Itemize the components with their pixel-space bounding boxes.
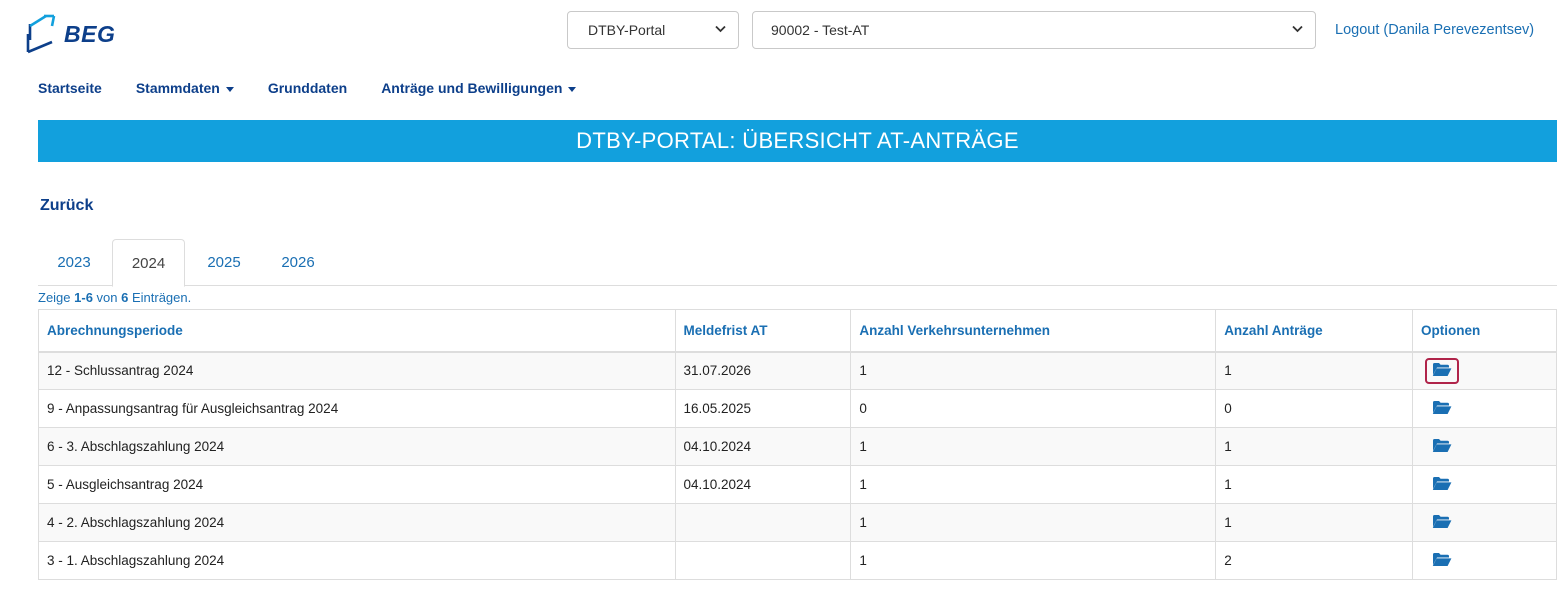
folder-open-icon bbox=[1432, 552, 1452, 570]
column-header-companies[interactable]: Anzahl Verkehrsunternehmen bbox=[850, 309, 1217, 353]
cell-companies: 0 bbox=[850, 389, 1217, 428]
cell-period: 12 - Schlussantrag 2024 bbox=[38, 351, 676, 390]
organisation-select[interactable]: 90002 - Test-AT bbox=[752, 11, 1316, 49]
nav-item-startseite[interactable]: Startseite bbox=[38, 80, 102, 96]
portal-select-value: DTBY-Portal bbox=[588, 22, 666, 38]
cell-options bbox=[1412, 541, 1557, 580]
folder-open-icon bbox=[1432, 400, 1452, 418]
nav-item-label: Stammdaten bbox=[135, 80, 220, 96]
open-folder-button[interactable] bbox=[1425, 548, 1459, 574]
cell-options bbox=[1412, 389, 1557, 428]
cell-period: 9 - Anpassungsantrag für Ausgleichsantra… bbox=[38, 389, 676, 428]
cell-options bbox=[1412, 465, 1557, 504]
cell-companies: 1 bbox=[850, 503, 1217, 542]
column-header-deadline[interactable]: Meldefrist AT bbox=[674, 309, 852, 353]
cell-deadline bbox=[674, 503, 852, 542]
open-folder-button[interactable] bbox=[1425, 510, 1459, 536]
chevron-down-icon bbox=[1292, 24, 1303, 36]
page-title: DTBY-PORTAL: ÜBERSICHT AT-ANTRÄGE bbox=[576, 128, 1019, 153]
cell-applications: 0 bbox=[1215, 389, 1414, 428]
cell-applications: 1 bbox=[1215, 503, 1414, 542]
column-header-period[interactable]: Abrechnungsperiode bbox=[38, 309, 676, 353]
cell-period: 6 - 3. Abschlagszahlung 2024 bbox=[38, 427, 676, 466]
applications-table: Abrechnungsperiode Meldefrist AT Anzahl … bbox=[38, 309, 1557, 580]
back-link[interactable]: Zurück bbox=[40, 197, 93, 215]
open-folder-button[interactable] bbox=[1425, 434, 1459, 460]
nav-item-antraege[interactable]: Anträge und Bewilligungen bbox=[381, 80, 577, 96]
results-summary: Zeige 1-6 von 6 Einträgen. bbox=[38, 290, 191, 305]
cell-options bbox=[1412, 351, 1557, 390]
nav-item-label: Anträge und Bewilligungen bbox=[381, 80, 563, 96]
beg-logo-icon bbox=[26, 14, 56, 54]
cell-deadline: 04.10.2024 bbox=[674, 427, 852, 466]
cell-deadline: 04.10.2024 bbox=[674, 465, 852, 504]
nav-item-label: Grunddaten bbox=[267, 80, 348, 96]
open-folder-button[interactable] bbox=[1425, 357, 1460, 384]
summary-prefix: Zeige bbox=[38, 290, 75, 305]
cell-deadline: 31.07.2026 bbox=[674, 351, 852, 390]
cell-applications: 2 bbox=[1215, 541, 1414, 580]
cell-period: 3 - 1. Abschlagszahlung 2024 bbox=[38, 541, 676, 580]
cell-options bbox=[1412, 503, 1557, 542]
summary-range: 1-6 bbox=[74, 290, 93, 305]
beg-logo[interactable]: BEG bbox=[24, 12, 134, 54]
page-title-banner: DTBY-PORTAL: ÜBERSICHT AT-ANTRÄGE bbox=[38, 120, 1557, 162]
folder-open-icon bbox=[1432, 514, 1452, 532]
nav-item-stammdaten[interactable]: Stammdaten bbox=[136, 80, 234, 96]
summary-middle: von bbox=[92, 290, 122, 305]
table-row: 5 - Ausgleichsantrag 2024 04.10.2024 1 1 bbox=[38, 465, 1557, 504]
folder-open-icon bbox=[1432, 476, 1452, 494]
caret-down-icon bbox=[225, 86, 234, 92]
open-folder-button[interactable] bbox=[1425, 396, 1459, 422]
portal-select[interactable]: DTBY-Portal bbox=[567, 11, 739, 49]
table-row: 4 - 2. Abschlagszahlung 2024 1 1 bbox=[38, 503, 1557, 542]
cell-companies: 1 bbox=[850, 427, 1217, 466]
cell-applications: 1 bbox=[1215, 351, 1414, 390]
cell-companies: 1 bbox=[850, 465, 1217, 504]
cell-companies: 1 bbox=[850, 541, 1217, 580]
organisation-select-value: 90002 - Test-AT bbox=[771, 22, 870, 38]
folder-open-icon bbox=[1432, 362, 1452, 380]
cell-period: 4 - 2. Abschlagszahlung 2024 bbox=[38, 503, 676, 542]
cell-applications: 1 bbox=[1215, 427, 1414, 466]
table-row: 9 - Anpassungsantrag für Ausgleichsantra… bbox=[38, 389, 1557, 428]
cell-options bbox=[1412, 427, 1557, 466]
table-header-row: Abrechnungsperiode Meldefrist AT Anzahl … bbox=[38, 309, 1557, 353]
cell-applications: 1 bbox=[1215, 465, 1414, 504]
cell-period: 5 - Ausgleichsantrag 2024 bbox=[38, 465, 676, 504]
nav-item-grunddaten[interactable]: Grunddaten bbox=[268, 80, 347, 96]
table-row: 3 - 1. Abschlagszahlung 2024 1 2 bbox=[38, 541, 1557, 580]
column-header-applications[interactable]: Anzahl Anträge bbox=[1215, 309, 1414, 353]
column-header-options: Optionen bbox=[1412, 309, 1557, 353]
summary-suffix: Einträgen. bbox=[128, 290, 192, 305]
caret-down-icon bbox=[568, 86, 577, 92]
tab-2023[interactable]: 2023 bbox=[38, 239, 110, 286]
table-row: 12 - Schlussantrag 2024 31.07.2026 1 1 bbox=[38, 351, 1557, 390]
folder-open-icon bbox=[1432, 438, 1452, 456]
table-row: 6 - 3. Abschlagszahlung 2024 04.10.2024 1 1 bbox=[38, 427, 1557, 466]
tab-2024[interactable]: 2024 bbox=[112, 239, 185, 287]
cell-companies: 1 bbox=[850, 351, 1217, 390]
cell-deadline bbox=[674, 541, 852, 580]
chevron-down-icon bbox=[715, 24, 726, 36]
main-nav: Startseite Stammdaten Grunddaten Anträge… bbox=[38, 80, 610, 96]
open-folder-button[interactable] bbox=[1425, 472, 1459, 498]
logout-link[interactable]: Logout (Danila Perevezentsev) bbox=[1335, 22, 1534, 38]
cell-deadline: 16.05.2025 bbox=[674, 389, 852, 428]
logo-text: BEG bbox=[64, 21, 116, 47]
year-tabs: 2023 2024 2025 2026 bbox=[38, 239, 1557, 287]
tab-2025[interactable]: 2025 bbox=[188, 239, 260, 286]
nav-item-label: Startseite bbox=[38, 80, 102, 96]
tab-2026[interactable]: 2026 bbox=[262, 239, 334, 286]
